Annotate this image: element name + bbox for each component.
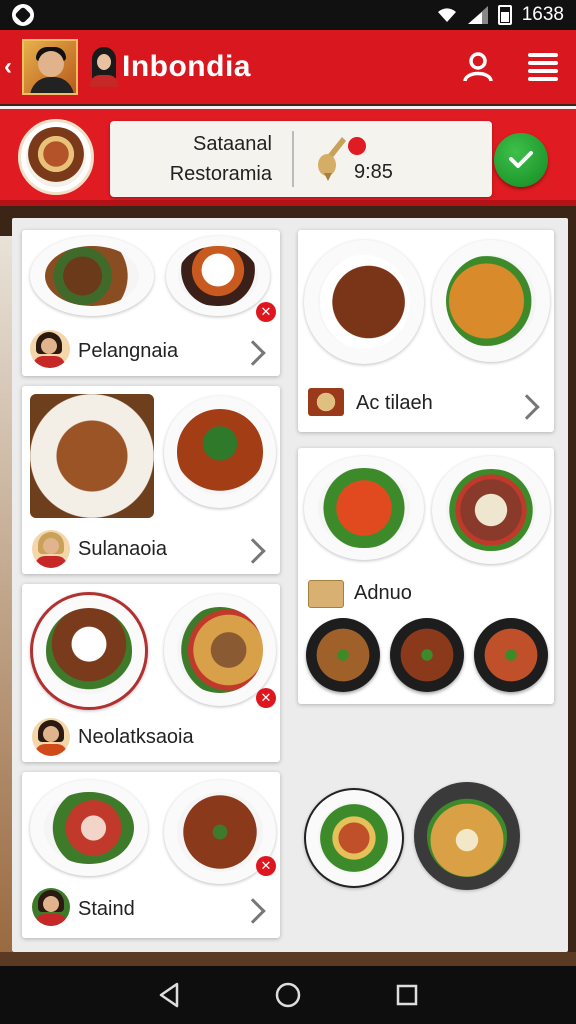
card-title: Pelangnaia xyxy=(78,340,179,362)
card-title: Ac tilaeh xyxy=(356,392,433,414)
avatar xyxy=(30,330,70,368)
brand-avatar-icon xyxy=(90,47,118,87)
nav-recents-icon[interactable] xyxy=(395,983,419,1007)
check-icon xyxy=(509,151,533,168)
confirm-button[interactable] xyxy=(494,133,548,187)
dish-image xyxy=(432,240,550,362)
avatar xyxy=(32,888,70,926)
featured-restaurant-bar: Sataanal Restoramia 9:85 xyxy=(0,106,576,206)
app-screen: 1638 ‹ Inbondia Sataanal Restoramia 9:85… xyxy=(0,0,576,1024)
restaurant-card[interactable]: ✕ Pelangnaia xyxy=(22,230,280,376)
restaurant-thumbnail xyxy=(308,388,344,416)
background-strip xyxy=(0,952,576,966)
restaurant-thumbnail xyxy=(308,580,344,608)
chevron-right-icon[interactable] xyxy=(240,898,266,924)
app-header: ‹ Inbondia xyxy=(0,30,576,104)
system-nav-bar xyxy=(0,966,576,1024)
card-title: Adnuo xyxy=(354,582,412,604)
close-badge-icon[interactable]: ✕ xyxy=(256,688,276,708)
restaurant-title: Sataanal xyxy=(193,133,272,155)
restaurant-card[interactable]: ✕ Neolatksaoia xyxy=(22,584,280,762)
close-badge-icon[interactable]: ✕ xyxy=(256,856,276,876)
avatar xyxy=(32,530,70,568)
dish-image xyxy=(166,236,270,316)
dish-image xyxy=(474,618,548,692)
user-icon[interactable] xyxy=(462,51,494,83)
nav-home-icon[interactable] xyxy=(274,981,302,1009)
dish-image xyxy=(304,456,424,560)
restaurant-card[interactable]: Ac tilaeh xyxy=(298,230,554,432)
notification-icon xyxy=(12,4,34,26)
wifi-icon xyxy=(437,8,456,22)
featured-dish-image[interactable] xyxy=(18,119,94,195)
chevron-right-icon[interactable] xyxy=(514,394,540,420)
nav-back-icon[interactable] xyxy=(157,982,181,1008)
dish-image xyxy=(30,780,148,876)
restaurant-card[interactable]: Adnuo xyxy=(298,448,554,704)
status-bar: 1638 xyxy=(0,0,576,30)
card-title: Neolatksaoia xyxy=(78,726,194,748)
utensil-icon xyxy=(318,137,346,181)
battery-icon xyxy=(497,5,512,25)
restaurant-grid: ✕ Pelangnaia Sulanaoia ✕ Neolatksaoia ✕ xyxy=(12,218,568,952)
card-title: Sulanaoia xyxy=(78,538,167,560)
chevron-right-icon[interactable] xyxy=(240,538,266,564)
avatar xyxy=(32,718,70,756)
dish-image xyxy=(30,592,148,710)
dish-image xyxy=(164,396,276,508)
background-strip xyxy=(0,236,12,952)
dish-image[interactable] xyxy=(414,782,520,890)
restaurant-price: 9:85 xyxy=(354,161,393,183)
dish-image xyxy=(30,394,154,518)
restaurant-subtitle: Restoramia xyxy=(169,163,272,185)
status-time: 1638 xyxy=(521,4,564,25)
restaurant-card[interactable]: Sulanaoia xyxy=(22,386,280,574)
menu-icon[interactable] xyxy=(528,53,558,81)
restaurant-card[interactable]: ✕ Staind xyxy=(22,772,280,938)
back-chevron-icon[interactable]: ‹ xyxy=(4,53,22,81)
dish-image xyxy=(304,240,424,364)
dish-image[interactable] xyxy=(304,788,404,888)
signal-icon xyxy=(467,6,488,24)
chevron-right-icon[interactable] xyxy=(240,340,266,366)
app-title: Inbondia xyxy=(122,50,251,83)
dish-image xyxy=(306,618,380,692)
dish-image xyxy=(30,236,154,316)
logo-avatar xyxy=(22,39,78,95)
divider xyxy=(292,131,294,187)
dish-image xyxy=(432,456,550,564)
location-dot-icon xyxy=(348,137,366,155)
dish-image xyxy=(390,618,464,692)
close-badge-icon[interactable]: ✕ xyxy=(256,302,276,322)
restaurant-info-card[interactable]: Sataanal Restoramia 9:85 xyxy=(110,121,492,197)
card-title: Staind xyxy=(78,898,135,920)
